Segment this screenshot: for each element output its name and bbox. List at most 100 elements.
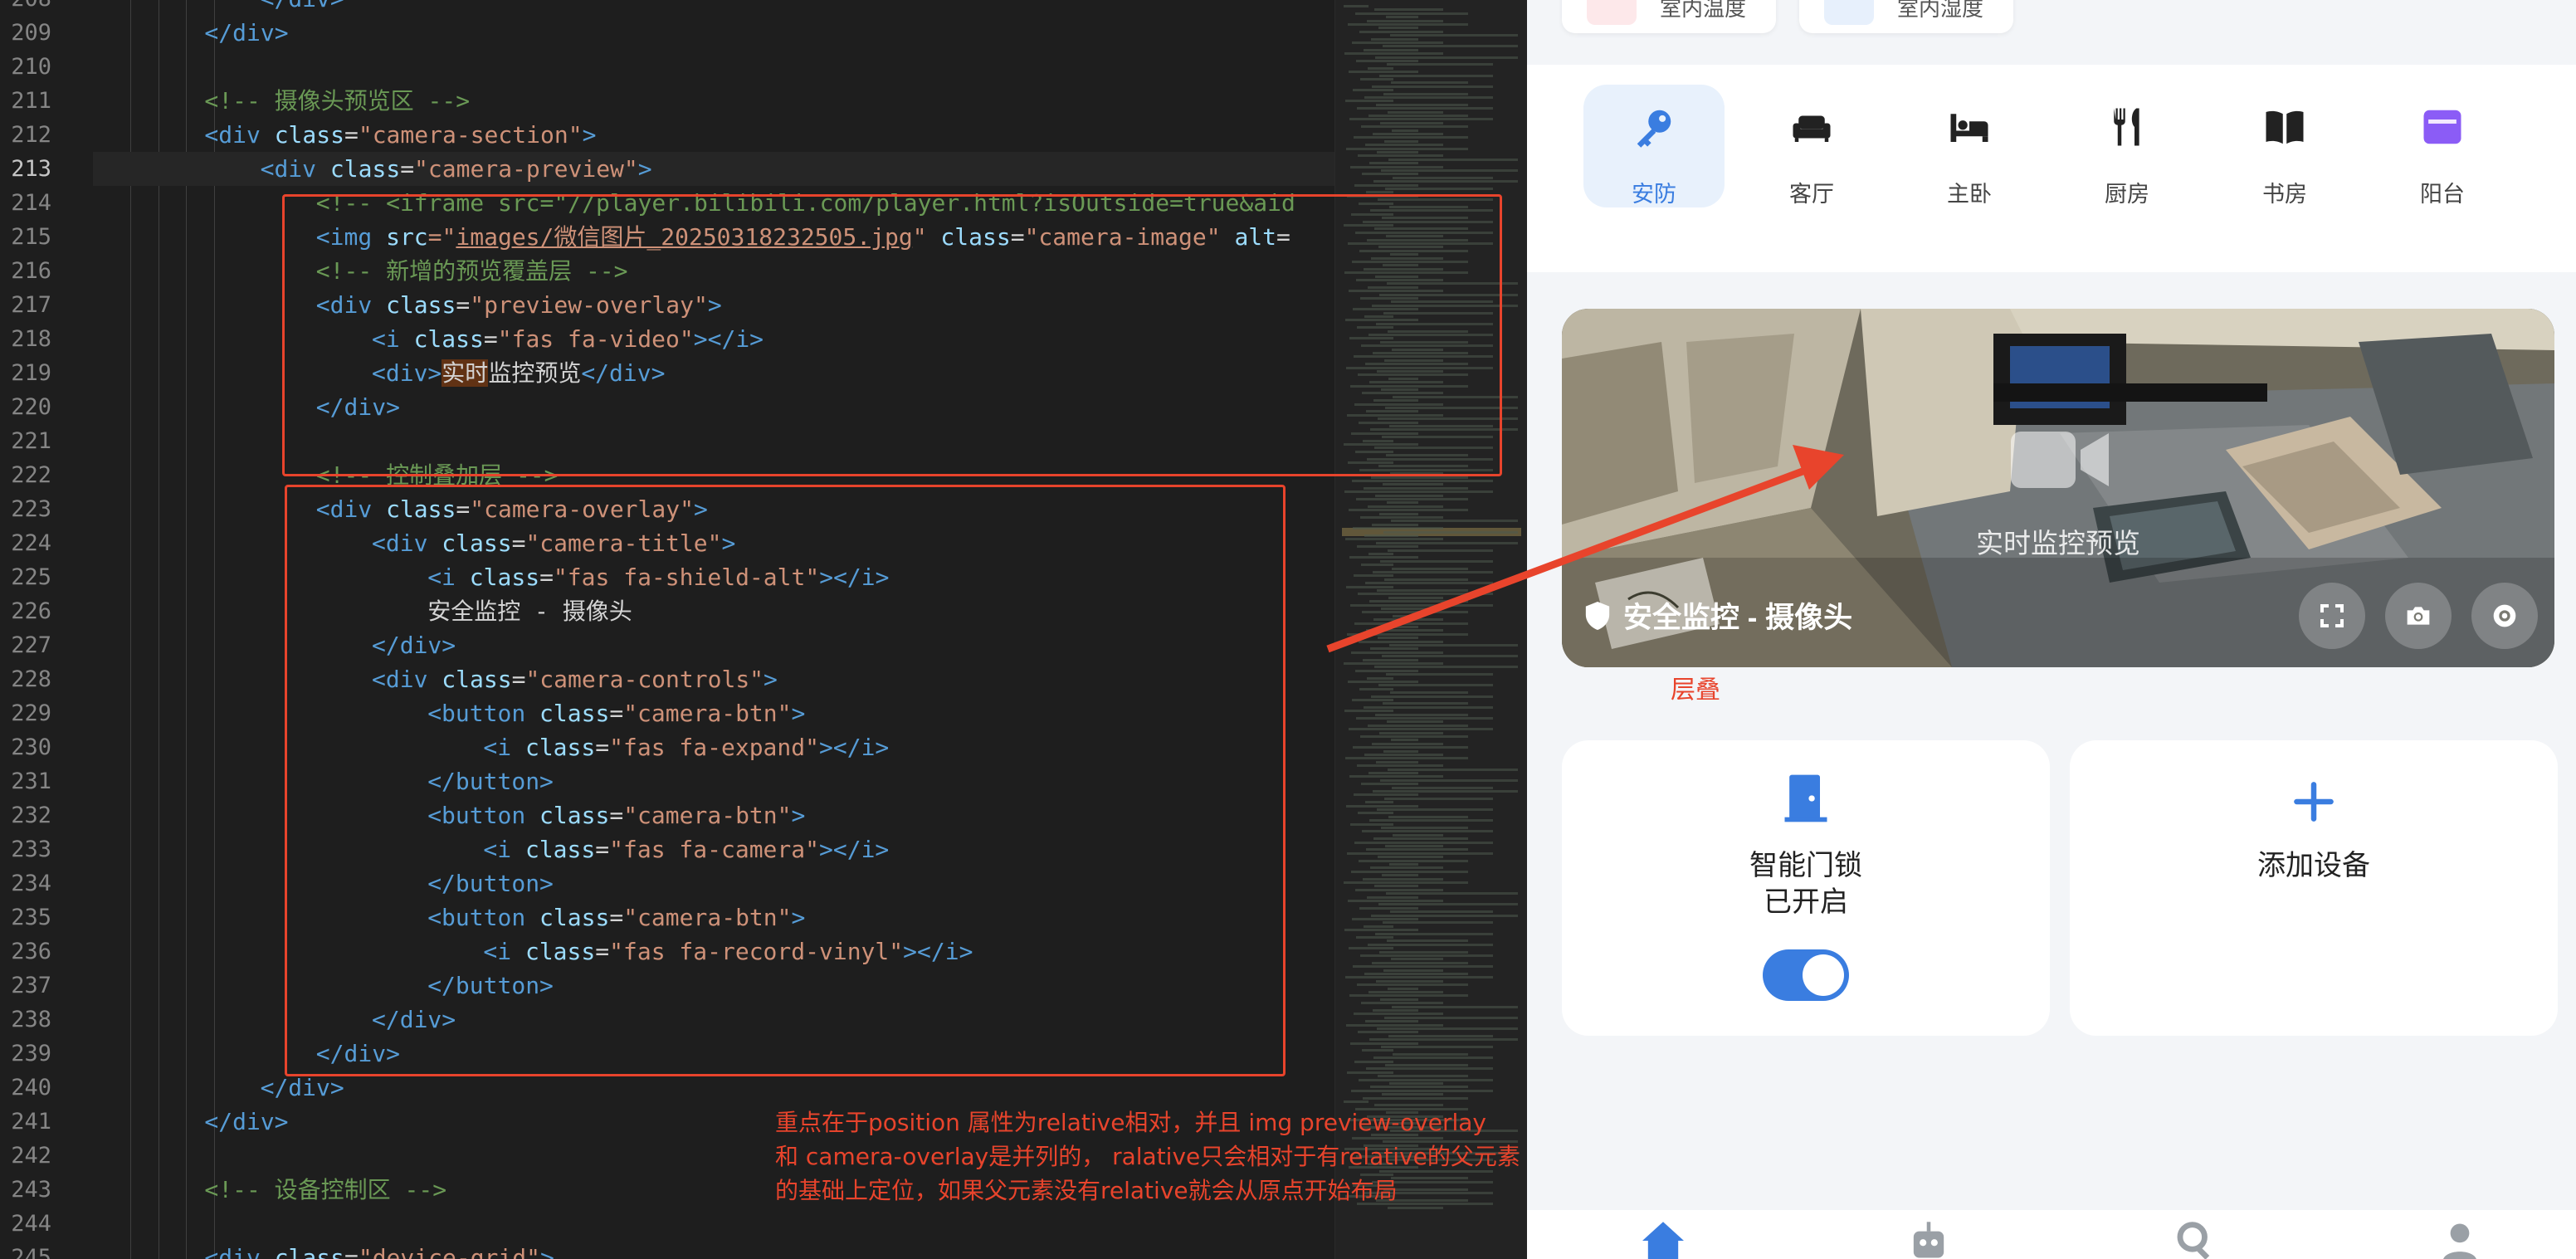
code-line[interactable]: <div class="camera-title"> (93, 526, 735, 560)
code-line[interactable]: </div> (93, 1003, 456, 1037)
tab-living-room[interactable]: 客厅 (1741, 85, 1882, 207)
minimap-line (1357, 326, 1393, 329)
minimap-line (1388, 377, 1418, 380)
code-line[interactable]: <!-- 控制叠加层 --> (93, 458, 559, 492)
code-line[interactable]: </button> (93, 969, 554, 1003)
code-token: = (511, 666, 526, 693)
record-button[interactable] (2471, 583, 2538, 649)
room-tab-bar: 安防 客厅 主卧 厨房 书房 阳台 (1527, 65, 2576, 272)
minimap-line (1370, 428, 1518, 432)
minimap-line (1373, 180, 1518, 183)
code-line[interactable]: <button class="camera-btn"> (93, 696, 805, 730)
minimap-line (1358, 1031, 1418, 1034)
app-preview: 室内温度 室内湿度 安防 客厅 主卧 厨房 书房 阳台 实时监控预览 安全监控 … (1527, 0, 2576, 1259)
code-line[interactable]: <!-- 摄像头预览区 --> (93, 84, 470, 118)
code-line[interactable]: </div> (93, 628, 456, 662)
line-number: 245 (11, 1245, 51, 1259)
code-line[interactable]: <button class="camera-btn"> (93, 900, 805, 934)
code-line[interactable]: <i class="fas fa-expand"></i> (93, 730, 889, 764)
minimap-line (1359, 468, 1493, 471)
indoor-humidity-card[interactable]: 室内湿度 (1799, 0, 2013, 33)
minimap-line (1349, 118, 1493, 121)
fullscreen-button[interactable] (2299, 583, 2365, 649)
code-token: </div> (315, 1040, 400, 1067)
user-icon[interactable] (2437, 1220, 2483, 1259)
minimap-line (1351, 651, 1443, 654)
code-token: > (582, 121, 597, 149)
home-icon[interactable] (1640, 1220, 1686, 1259)
code-line[interactable]: <!-- <iframe src="//player.bilibili.com/… (93, 186, 1295, 220)
code-line[interactable]: </div> (93, 390, 400, 424)
code-line[interactable]: </button> (93, 764, 554, 798)
code-line[interactable]: <i class="fas fa-camera"></i> (93, 832, 889, 866)
minimap-line (1350, 165, 1443, 168)
tab-security[interactable]: 安防 (1583, 85, 1725, 207)
camera-preview[interactable]: 实时监控预览 安全监控 - 摄像头 (1562, 309, 2554, 667)
code-line[interactable]: <img src="images/微信图片_20250318232505.jpg… (93, 220, 1290, 254)
code-token: div (288, 0, 330, 12)
code-line[interactable]: 安全监控 - 摄像头 (93, 594, 632, 628)
code-token: <!-- 设备控制区 --> (204, 1176, 447, 1203)
minimap-line (1364, 705, 1493, 709)
minimap-line (1365, 1020, 1418, 1023)
minimap-line (1373, 1009, 1418, 1012)
tab-balcony[interactable]: 阳台 (2372, 85, 2513, 207)
code-line[interactable]: <div class="camera-preview"> (93, 152, 1338, 186)
code-line[interactable]: <!-- 新增的预览覆盖层 --> (93, 254, 628, 288)
minimap-line (1348, 681, 1418, 683)
minimap-line (1382, 436, 1493, 439)
code-line[interactable]: </div> (93, 1071, 344, 1105)
tab-study[interactable]: 书房 (2214, 85, 2355, 207)
code-area[interactable]: </div></div><!-- 摄像头预览区 --><div class="c… (93, 0, 1338, 1259)
minimap-line (1376, 760, 1418, 764)
minimap-line (1389, 425, 1493, 427)
minimap-line (1388, 987, 1418, 990)
code-token: = (456, 291, 471, 319)
line-number: 208 (0, 0, 51, 16)
minimap-line (1355, 231, 1493, 234)
minimap[interactable] (1334, 0, 1527, 1259)
code-line[interactable]: </div> (93, 1037, 400, 1071)
search-icon[interactable] (2171, 1220, 2217, 1259)
minimap-line (1357, 983, 1468, 987)
code-editor[interactable]: 208 209 210 211 212 213 214 215 216 217 218 219 220 2… (0, 0, 1527, 1259)
code-line[interactable]: <div class="camera-controls"> (93, 662, 778, 696)
minimap-line (1391, 81, 1468, 85)
code-line[interactable]: <i class="fas fa-record-vinyl"></i> (93, 934, 973, 969)
toggle-knob (1803, 954, 1844, 996)
code-line[interactable]: <i class="fas fa-video"></i> (93, 322, 764, 356)
code-line[interactable]: <div class="preview-overlay"> (93, 288, 722, 322)
minimap-line (1378, 417, 1518, 421)
code-token: </button> (427, 768, 554, 795)
snapshot-button[interactable] (2385, 583, 2452, 649)
smart-lock-toggle[interactable] (1763, 949, 1849, 1001)
code-line[interactable]: <button class="camera-btn"> (93, 798, 805, 832)
tab-kitchen[interactable]: 厨房 (2056, 85, 2198, 207)
code-line[interactable]: <div class="device-grid"> (93, 1241, 554, 1259)
code-line[interactable]: <div class="camera-section"> (93, 118, 596, 152)
code-line[interactable]: <div class="camera-overlay"> (93, 492, 708, 526)
code-token: class (539, 700, 610, 727)
minimap-line (1366, 629, 1443, 632)
minimap-line (1383, 749, 1418, 753)
minimap-line (1353, 89, 1393, 92)
code-line[interactable]: </div> (93, 1105, 288, 1139)
code-line[interactable]: </button> (93, 866, 554, 900)
code-line[interactable]: <div>实时监控预览</div> (93, 356, 665, 390)
tab-master-bedroom[interactable]: 主卧 (1899, 85, 2040, 207)
smart-lock-card[interactable]: 智能门锁 已开启 (1562, 740, 2050, 1036)
note-line: 的基础上定位，如果父元素没有relative就会从原点开始布局 (775, 1177, 1398, 1204)
code-line[interactable]: <i class="fas fa-shield-alt"></i> (93, 560, 889, 594)
line-number: 209 (11, 20, 51, 46)
code-line[interactable]: </div> (93, 16, 288, 50)
code-token: <div (372, 666, 442, 693)
line-number: 218 (11, 326, 51, 352)
minimap-line (1373, 1056, 1493, 1060)
code-line[interactable]: <!-- 设备控制区 --> (93, 1173, 446, 1207)
add-device-card[interactable]: 添加设备 (2070, 740, 2558, 1036)
robot-icon[interactable] (1905, 1220, 1952, 1259)
code-token: class (274, 121, 344, 149)
indoor-temperature-card[interactable]: 室内温度 (1562, 0, 1776, 33)
code-line[interactable]: </div> (93, 0, 344, 16)
minimap-line (1354, 793, 1418, 797)
